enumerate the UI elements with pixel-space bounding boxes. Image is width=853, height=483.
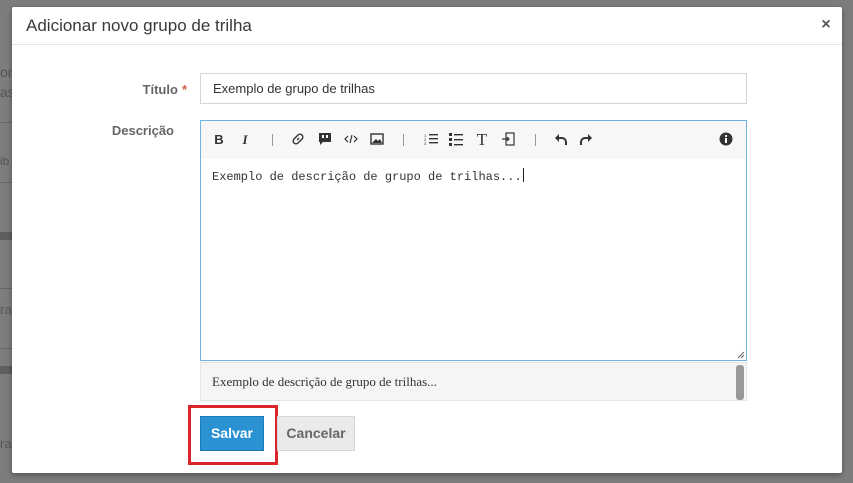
description-label: Descrição [111,123,174,138]
description-text: Exemplo de descrição de grupo de trilhas… [212,170,522,184]
code-icon[interactable] [343,132,359,148]
save-button[interactable]: Salvar [200,416,264,451]
description-editor: B I 123 T Exemplo de descrição de grupo … [200,120,747,361]
italic-icon[interactable]: I [237,132,253,148]
close-icon[interactable]: × [818,17,834,33]
text-style-icon[interactable]: T [474,131,490,148]
redo-icon[interactable] [578,132,594,148]
modal-title: Adicionar novo grupo de trilha [26,16,252,35]
title-label-text: Título [142,82,178,97]
modal-header: Adicionar novo grupo de trilha × [12,7,842,45]
svg-text:3: 3 [424,141,427,146]
link-icon[interactable] [290,132,306,148]
background-text-fragment: ib [0,154,10,168]
background-text-fragment: ra [0,302,12,317]
title-input[interactable] [200,73,747,104]
info-icon[interactable] [718,132,734,148]
indent-icon[interactable] [500,132,516,148]
description-textarea[interactable]: Exemplo de descrição de grupo de trilhas… [201,159,746,360]
cancel-button[interactable]: Cancelar [277,416,355,451]
background-bar [0,232,12,240]
required-mark: * [181,82,187,97]
editor-toolbar: B I 123 T [201,121,746,159]
background-divider [0,122,12,123]
title-label: Título * [112,82,187,97]
bold-icon[interactable]: B [211,132,227,148]
add-trail-group-modal: Adicionar novo grupo de trilha × Título *… [12,7,842,473]
preview-scrollbar[interactable] [736,365,744,400]
toolbar-separator [403,134,404,146]
background-divider [0,182,12,183]
background-divider [0,288,12,289]
image-icon[interactable] [369,132,385,148]
background-divider [0,348,12,349]
preview-text: Exemplo de descrição de grupo de trilhas… [212,374,437,389]
text-caret [522,168,524,182]
toolbar-separator [535,134,536,146]
background-bar [0,366,12,374]
background-text-fragment: ra [0,436,12,451]
toolbar-separator [272,134,273,146]
resize-handle-icon[interactable] [737,351,745,359]
ordered-list-icon[interactable]: 123 [423,132,439,148]
quote-icon[interactable] [317,132,333,148]
description-preview: Exemplo de descrição de grupo de trilhas… [200,362,747,401]
unordered-list-icon[interactable] [448,132,464,148]
undo-icon[interactable] [553,132,569,148]
